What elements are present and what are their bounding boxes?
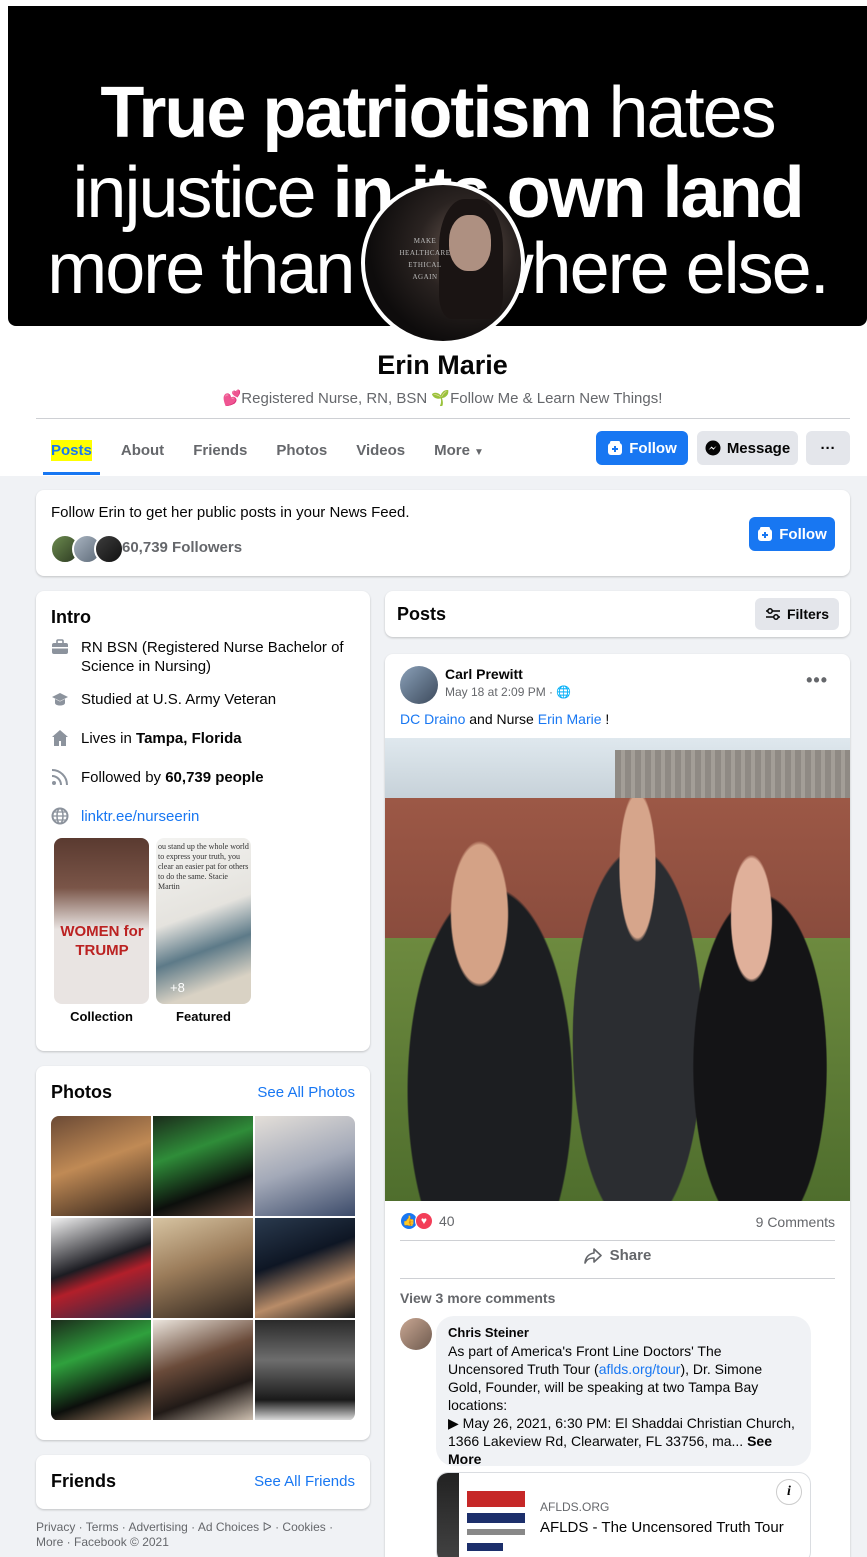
highlight-collection-label[interactable]: Collection — [54, 1009, 149, 1024]
avatar[interactable] — [94, 534, 124, 564]
link-preview-domain: AFLDS.ORG — [540, 1500, 610, 1514]
intro-followed-by: Followed by 60,739 people — [51, 768, 356, 787]
filters-icon — [765, 608, 780, 620]
follow-button[interactable]: Follow — [596, 431, 688, 465]
photo-thumbnail[interactable] — [51, 1116, 151, 1216]
intro-lives-in: Lives in Tampa, Florida — [51, 729, 356, 748]
profile-picture[interactable]: MAKE HEALTHCARE ETHICAL AGAIN — [361, 181, 525, 345]
photo-thumbnail[interactable] — [153, 1218, 253, 1318]
comment-author[interactable]: Chris Steiner — [448, 1324, 799, 1342]
highlight-collection-thumbnail[interactable]: WOMEN for TRUMP — [54, 838, 149, 1004]
share-button[interactable]: Share — [385, 1247, 850, 1264]
love-reaction-icon: ♥ — [415, 1212, 433, 1230]
intro-education: Studied at U.S. Army Veteran — [51, 690, 356, 709]
profile-tabs: Posts About Friends Photos Videos More ▼ — [36, 430, 513, 475]
photo-grid — [51, 1116, 355, 1421]
tag-link[interactable]: DC Draino — [400, 711, 465, 727]
follow-prompt-card: Follow Erin to get her public posts in y… — [36, 490, 850, 576]
public-globe-icon: 🌐 — [556, 685, 572, 699]
intro-card: Intro RN BSN (Registered Nurse Bachelor … — [36, 591, 370, 1051]
link-preview-title: AFLDS - The Uncensored Truth Tour — [540, 1519, 784, 1536]
photo-thumbnail[interactable] — [153, 1116, 253, 1216]
message-button[interactable]: Message — [697, 431, 798, 465]
header-divider — [36, 418, 850, 419]
website-link[interactable]: linktr.ee/nurseerin — [81, 807, 199, 826]
highlight-featured-thumbnail[interactable]: ou stand up the whole world to express y… — [156, 838, 251, 1004]
more-dots-icon: ··· — [820, 439, 836, 457]
follow-icon — [608, 441, 623, 455]
filters-button[interactable]: Filters — [755, 598, 839, 630]
follower-avatars — [50, 534, 124, 564]
tab-photos[interactable]: Photos — [276, 434, 327, 467]
photo-thumbnail[interactable] — [51, 1320, 151, 1420]
follower-count[interactable]: 60,739 Followers — [122, 539, 242, 556]
hearts-emoji-icon: 💕 — [222, 390, 242, 407]
post-text: DC Draino and Nurse Erin Marie ! — [400, 711, 610, 727]
photo-thumbnail[interactable] — [255, 1320, 355, 1420]
photos-title: Photos — [51, 1082, 112, 1102]
photo-thumbnail[interactable] — [51, 1218, 151, 1318]
more-options-button[interactable]: ··· — [806, 431, 850, 465]
footer-links: Privacy · Terms · Advertising · Ad Choic… — [36, 1520, 334, 1549]
comment-bubble: Chris Steiner As part of America's Front… — [436, 1316, 811, 1467]
tag-link[interactable]: Erin Marie — [538, 711, 602, 727]
comment-text: As part of America's Front Line Doctors'… — [448, 1343, 763, 1413]
avatar[interactable] — [400, 666, 438, 704]
photo-thumbnail[interactable] — [255, 1116, 355, 1216]
photo-thumbnail[interactable] — [255, 1218, 355, 1318]
tab-videos[interactable]: Videos — [356, 434, 405, 467]
share-icon — [583, 1247, 602, 1264]
graduation-cap-icon — [52, 693, 68, 706]
post-author[interactable]: Carl Prewitt — [445, 666, 523, 682]
globe-icon — [51, 807, 69, 825]
post-options-icon[interactable]: ••• — [806, 670, 828, 691]
info-icon[interactable]: i — [776, 1479, 802, 1505]
tab-posts[interactable]: Posts — [43, 434, 100, 475]
post-divider — [400, 1278, 835, 1279]
see-all-friends-link[interactable]: See All Friends — [254, 1473, 355, 1490]
profile-name: Erin Marie — [377, 350, 508, 380]
briefcase-icon — [52, 639, 68, 654]
friends-title: Friends — [51, 1471, 117, 1491]
profile-picture-text: MAKE HEALTHCARE ETHICAL AGAIN — [399, 237, 451, 281]
photo-thumbnail[interactable] — [153, 1320, 253, 1420]
post-divider — [400, 1240, 835, 1241]
link-preview-thumbnail — [437, 1473, 529, 1557]
intro-work: RN BSN (Registered Nurse Bachelor of Sci… — [51, 638, 356, 676]
messenger-icon — [705, 440, 721, 456]
view-more-comments-link[interactable]: View 3 more comments — [400, 1290, 555, 1306]
posts-header-card: Posts Filters — [385, 591, 850, 637]
friends-card: Friends See All Friends — [36, 1455, 370, 1509]
profile-bio: 💕Registered Nurse, RN, BSN 🌱Follow Me & … — [222, 390, 663, 407]
follow-card-button[interactable]: Follow — [749, 517, 835, 551]
reaction-summary[interactable]: 👍 ♥ 40 — [400, 1212, 455, 1230]
home-icon — [52, 730, 68, 746]
post-photo[interactable] — [385, 738, 850, 1201]
caret-down-icon: ▼ — [473, 446, 484, 458]
rss-icon — [51, 769, 68, 786]
tab-friends[interactable]: Friends — [193, 434, 247, 467]
photos-card: Photos See All Photos — [36, 1066, 370, 1440]
tab-about[interactable]: About — [121, 434, 164, 467]
posts-title: Posts — [397, 604, 447, 624]
highlight-featured-label[interactable]: Featured — [156, 1009, 251, 1024]
more-count-badge: +8 — [170, 980, 185, 995]
post-card: Carl Prewitt May 18 at 2:09 PM · 🌐 ••• D… — [385, 654, 850, 1557]
post-timestamp[interactable]: May 18 at 2:09 PM · 🌐 — [445, 685, 571, 699]
intro-title: Intro — [51, 607, 91, 627]
comments-count[interactable]: 9 Comments — [756, 1214, 835, 1230]
comment-link[interactable]: aflds.org/tour — [599, 1361, 681, 1377]
tab-more[interactable]: More ▼ — [434, 434, 484, 467]
sprout-emoji-icon: 🌱 — [431, 390, 451, 407]
follow-icon — [758, 527, 773, 541]
intro-website: linktr.ee/nurseerin — [51, 807, 356, 826]
avatar[interactable] — [400, 1318, 432, 1350]
link-preview[interactable]: AFLDS.ORG AFLDS - The Uncensored Truth T… — [436, 1472, 811, 1557]
see-all-photos-link[interactable]: See All Photos — [257, 1084, 355, 1101]
